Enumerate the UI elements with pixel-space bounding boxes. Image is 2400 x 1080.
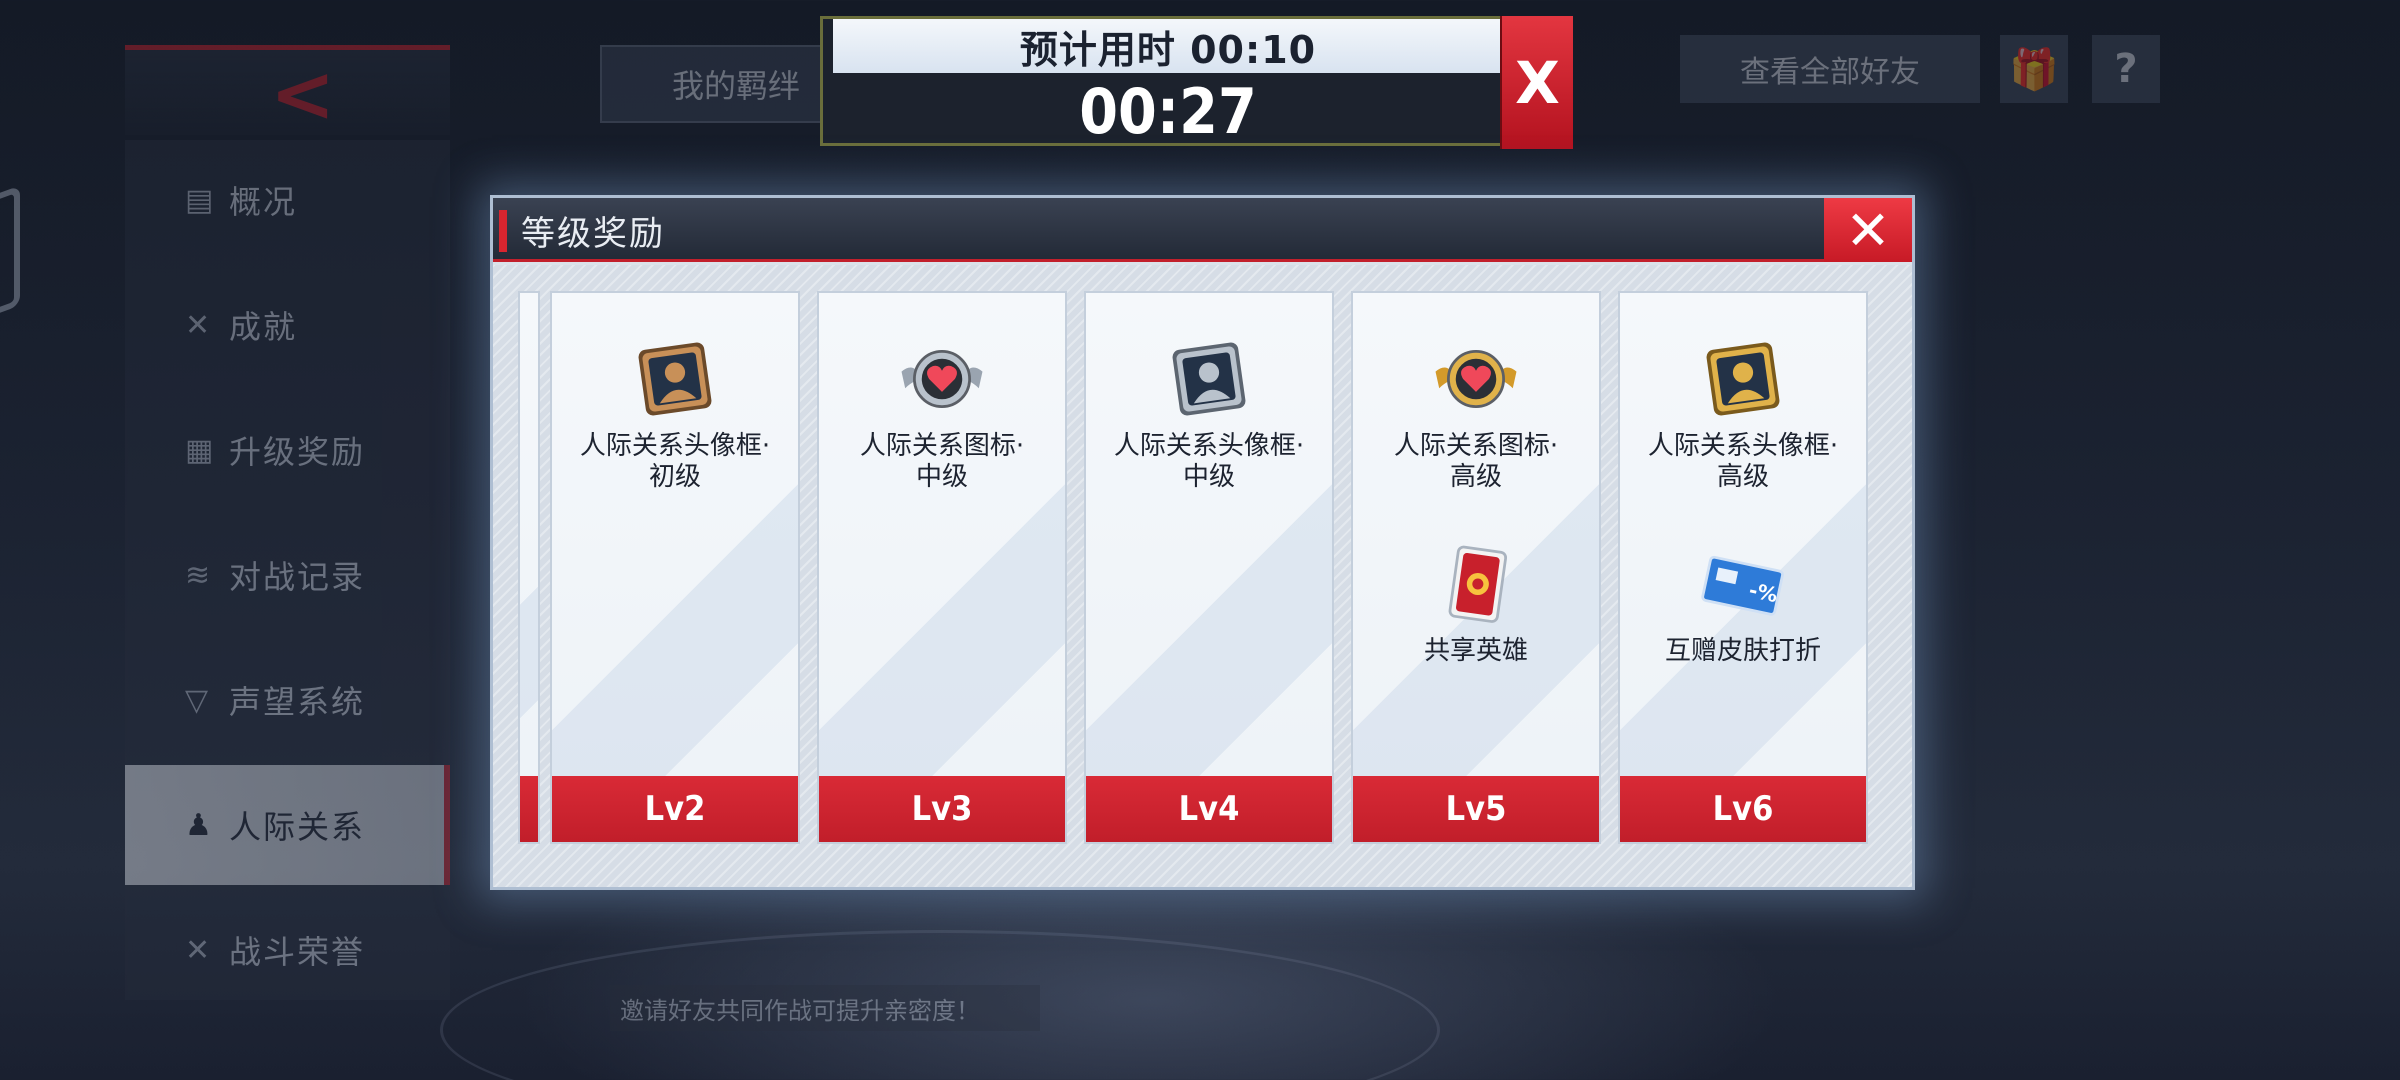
- card-level-label: Lv3: [819, 776, 1065, 842]
- reward-card-list[interactable]: 人际关系头像框· 初级 Lv2 人际关系图标· 中级 Lv3 人际关系头像框· 中级…: [493, 265, 1912, 887]
- reward-item: -% 互赠皮肤打折: [1620, 538, 1866, 667]
- view-all-friends-button[interactable]: 查看全部好友: [1680, 35, 1980, 103]
- skin-discount-ticket-icon: -%: [1697, 538, 1789, 630]
- reward-label: 共享英雄: [1423, 636, 1528, 666]
- heart-badge-silver-icon: [896, 333, 988, 425]
- reward-label: 人际关系头像框· 初级: [579, 431, 771, 492]
- sidebar-item-label: 概况: [229, 183, 298, 221]
- battle-record-icon: ≋: [185, 557, 213, 593]
- sidebar-item-label: 成就: [229, 308, 298, 346]
- tab-label: 我的羁绊: [672, 67, 801, 105]
- overview-icon: ▤: [185, 182, 216, 218]
- gift-button[interactable]: 🎁: [2000, 35, 2068, 103]
- reward-label: 互赠皮肤打折: [1664, 636, 1821, 666]
- reward-item: 人际关系图标· 高级: [1353, 333, 1599, 493]
- sidebar-item[interactable]: ▽ 声望系统: [125, 640, 450, 760]
- card-level-label: Lv6: [1620, 776, 1866, 842]
- reward-label: 人际关系图标· 高级: [1393, 431, 1559, 492]
- sidebar-item[interactable]: ▦ 升级奖励: [125, 390, 450, 510]
- reward-item: 人际关系头像框· 初级: [552, 333, 798, 493]
- sidebar: ▤ 概况 ✕ 成就 ▦ 升级奖励 ≋ 对战记录 ▽ 声望系统 ♟ 人际关系 ✕ 战斗荣誉: [125, 140, 450, 1000]
- avatar-frame-gold-icon: [1697, 333, 1789, 425]
- upgrade-reward-icon: ▦: [185, 432, 216, 468]
- battle-honor-icon: ✕: [185, 932, 213, 968]
- reward-card[interactable]: 人际关系头像框· 中级 Lv4: [1084, 291, 1334, 844]
- close-icon: X: [1515, 48, 1560, 117]
- sidebar-item-label: 对战记录: [229, 558, 366, 596]
- card-level-label: Lv5: [1353, 776, 1599, 842]
- reward-card[interactable]: 人际关系头像框· 高级 -% 互赠皮肤打折 Lv6: [1618, 291, 1868, 844]
- sidebar-item-label: 升级奖励: [229, 433, 366, 471]
- card-level-label: Lv2: [552, 776, 798, 842]
- relationship-icon: ♟: [185, 807, 214, 843]
- dialog-close-button[interactable]: ✕: [1824, 198, 1912, 262]
- reward-item: 人际关系头像框· 高级: [1620, 333, 1866, 493]
- achievement-icon: ✕: [185, 307, 213, 343]
- title-accent-bar: [499, 210, 507, 252]
- dialog-title: 等级奖励: [521, 213, 665, 254]
- reward-label: 人际关系头像框· 中级: [1113, 431, 1305, 492]
- sidebar-item-label: 声望系统: [229, 683, 366, 721]
- reward-label: 人际关系图标· 中级: [859, 431, 1025, 492]
- reward-card-partial: [518, 291, 540, 844]
- elapsed-time: 00:27: [1079, 74, 1257, 148]
- sidebar-item[interactable]: ✕ 战斗荣誉: [125, 890, 450, 1010]
- hint-text: 邀请好友共同作战可提升亲密度！: [610, 985, 1040, 1031]
- back-arrow-icon: <: [270, 50, 336, 140]
- timer-close-button[interactable]: X: [1500, 16, 1573, 149]
- avatar-frame-silver-icon: [1163, 333, 1255, 425]
- reward-card[interactable]: 人际关系图标· 高级 共享英雄 Lv5: [1351, 291, 1601, 844]
- reward-label: 人际关系头像框· 高级: [1647, 431, 1839, 492]
- sidebar-item[interactable]: ▤ 概况: [125, 140, 450, 260]
- heart-badge-gold-icon: [1430, 333, 1522, 425]
- dialog-header: 等级奖励 ✕: [493, 198, 1912, 262]
- help-button[interactable]: ?: [2092, 35, 2160, 103]
- reputation-icon: ▽: [185, 682, 211, 718]
- sidebar-item-label: 战斗荣誉: [229, 933, 366, 971]
- estimated-time-label: 预计用时 00:10: [833, 19, 1503, 73]
- level-rewards-dialog: 等级奖励 ✕ 人际关系头像框· 初级 Lv2 人际关系图标· 中级 Lv3 人际…: [490, 195, 1915, 890]
- reward-card[interactable]: 人际关系头像框· 初级 Lv2: [550, 291, 800, 844]
- help-icon: ?: [2114, 46, 2138, 92]
- sidebar-item[interactable]: ≋ 对战记录: [125, 515, 450, 635]
- reward-item: 共享英雄: [1353, 538, 1599, 667]
- reward-card[interactable]: 人际关系图标· 中级 Lv3: [817, 291, 1067, 844]
- card-level-label: Lv4: [1086, 776, 1332, 842]
- back-button[interactable]: <: [125, 45, 450, 135]
- avatar-frame-bronze-icon: [629, 333, 721, 425]
- left-edge-frame: [0, 185, 20, 335]
- sidebar-item-label: 人际关系: [229, 808, 366, 846]
- reward-item: 人际关系头像框· 中级: [1086, 333, 1332, 493]
- card-level-bar: [520, 776, 538, 842]
- close-icon: ✕: [1845, 198, 1891, 262]
- gift-icon: 🎁: [2009, 46, 2059, 93]
- timer-panel: 预计用时 00:10 00:27 X: [820, 16, 1573, 149]
- sidebar-item[interactable]: ♟ 人际关系: [125, 765, 450, 885]
- shared-hero-card-icon: [1430, 538, 1522, 630]
- sidebar-item[interactable]: ✕ 成就: [125, 265, 450, 385]
- reward-item: 人际关系图标· 中级: [819, 333, 1065, 493]
